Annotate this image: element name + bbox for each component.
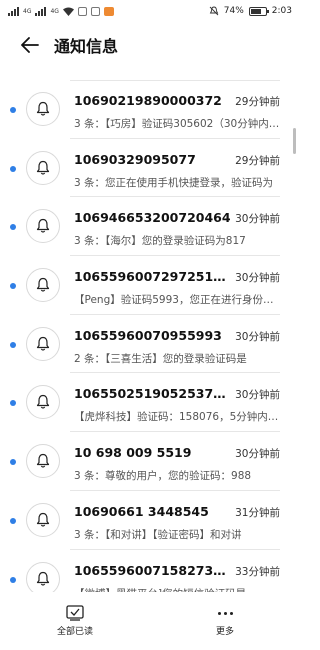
- notification-icon-2: [90, 6, 100, 16]
- notification-icon: [77, 6, 87, 16]
- unread-dot: [10, 283, 16, 290]
- signal-icon: [8, 6, 19, 16]
- unread-dot: [10, 576, 16, 583]
- message-preview: 3 条：【巧房】验证码305602（30分钟内有效）: [74, 118, 280, 130]
- status-bar: 4G 4G 74% 2:03: [0, 0, 300, 22]
- message-row[interactable]: 10 698 009 5519 30分钟前 3 条：尊敬的用户，您的验证码：988: [0, 432, 300, 491]
- bell-icon: [26, 209, 60, 244]
- unread-dot: [10, 341, 16, 348]
- clock: 2:03: [271, 6, 292, 16]
- back-arrow-icon: [21, 37, 39, 53]
- mute-bell-icon: [209, 6, 219, 16]
- message-row[interactable]: 10690661 3448545 31分钟前 3 条：【和对讲】【验证密码】和对讲: [0, 491, 300, 550]
- sender-number: 10690219890000372: [74, 93, 222, 108]
- message-time: 31分钟前: [235, 506, 280, 519]
- message-time: 30分钟前: [235, 213, 280, 226]
- bell-icon: [26, 268, 60, 303]
- bell-icon: [26, 502, 60, 537]
- sender-number: 10655960070955993: [74, 327, 222, 343]
- bell-icon: [26, 444, 60, 479]
- message-time: 29分钟前: [235, 96, 280, 108]
- message-preview: 2 条：【三喜生活】您的登录验证码是: [74, 352, 247, 365]
- signal-icon-2: [35, 6, 47, 16]
- mark-all-read-label: 全部已读: [56, 627, 93, 637]
- bottom-bar: 全部已读 更多: [0, 592, 300, 650]
- message-list[interactable]: 10690219890000372 29分钟前 3 条：【巧房】验证码305602（…: [0, 80, 300, 592]
- message-row[interactable]: 10655025190525374... 30分钟前【虎烨科技】验证码：15807…: [0, 373, 300, 433]
- bell-icon: [26, 561, 60, 592]
- mark-read-icon: [66, 605, 84, 621]
- page-title: 通知信息: [54, 37, 119, 56]
- bell-icon: [26, 385, 60, 420]
- bell-icon: [26, 326, 60, 361]
- unread-dot: [10, 517, 16, 524]
- more-label: 更多: [215, 627, 234, 637]
- sender-number: 10655025190525374...: [74, 386, 234, 402]
- sender-number: 10655960072972514...: [74, 269, 234, 285]
- message-row[interactable]: 10655960071582738...33分钟前【微博】黑猫平台]您的短信验证…: [0, 550, 300, 592]
- sender-number: 10655960071582738...: [74, 562, 234, 578]
- message-time: 30分钟前: [235, 272, 280, 285]
- battery-icon: [248, 6, 269, 16]
- unread-dot: [10, 400, 16, 407]
- more-icon: [217, 605, 233, 621]
- message-preview: 3 条：【和对讲】【验证密码】和对讲: [74, 528, 242, 541]
- back-button[interactable]: [10, 22, 50, 68]
- message-time: 30分钟前: [235, 389, 280, 402]
- message-row[interactable]: 106946653200720464 30分钟前 3 条：【海尔】您的登录验证码为8…: [0, 197, 300, 257]
- message-row[interactable]: 10655960070955993 30分钟前 2 条：【三喜生活】您的登录验证码是: [0, 315, 300, 374]
- message-time: 30分钟前: [235, 330, 280, 343]
- mark-all-read-button[interactable]: 全部已读: [25, 605, 125, 637]
- message-preview: 3 条：【海尔】您的登录验证码为817: [74, 235, 246, 248]
- message-preview: 【Peng】验证码5993，您正在进行身份验证: [74, 294, 280, 307]
- unread-dot: [10, 107, 16, 113]
- bell-icon: [26, 150, 60, 185]
- header: 通知信息: [0, 22, 300, 68]
- sender-number: 10690329095077: [74, 151, 196, 167]
- more-button[interactable]: 更多: [175, 605, 275, 637]
- unread-dot: [10, 459, 16, 466]
- network-type-label: 4G: [23, 7, 32, 15]
- message-row[interactable]: 10655960072972514... 30分钟前【Peng】验证码5993，您…: [0, 256, 300, 315]
- message-time: 33分钟前: [235, 565, 280, 578]
- battery-percent: 74%: [223, 6, 244, 16]
- sender-number: 106946653200720464: [74, 210, 231, 226]
- unread-dot: [10, 224, 16, 231]
- message-time: 29分钟前: [235, 154, 280, 167]
- message-row[interactable]: 10690329095077 29分钟前 3 条：您正在使用手机快捷登录，验证码为: [0, 139, 300, 198]
- message-preview: 3 条：尊敬的用户，您的验证码：988: [74, 470, 252, 483]
- sender-number: 10 698 009 5519: [74, 445, 192, 461]
- wifi-icon: [62, 7, 74, 16]
- message-time: 30分钟前: [235, 448, 280, 461]
- message-preview: 3 条：您正在使用手机快捷登录，验证码为: [74, 176, 274, 189]
- unread-dot: [10, 165, 16, 172]
- app-notification-icon: [103, 6, 114, 16]
- network-type-label-2: 4G: [50, 7, 59, 15]
- sender-number: 10690661 3448545: [74, 503, 209, 519]
- message-preview: 【虎烨科技】验证码：158076，5分钟内有效: [74, 411, 280, 424]
- scrollbar[interactable]: [293, 128, 296, 154]
- message-row[interactable]: 10690219890000372 29分钟前 3 条：【巧房】验证码305602（…: [0, 80, 300, 139]
- bell-icon: [26, 92, 60, 126]
